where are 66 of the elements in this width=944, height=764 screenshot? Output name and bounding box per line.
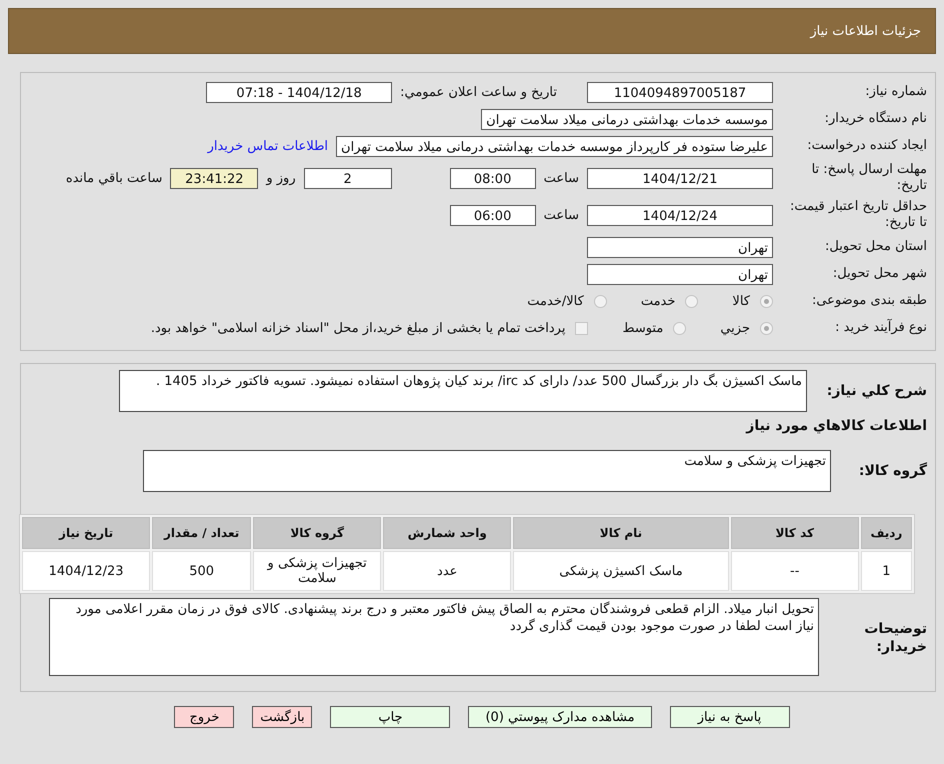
description-box: ماسک اکسیژن بگ دار بزرگسال 500 عدد/ دارای کد irc/ برند کیان پژوهان استفاده نمیشود. تسویه فاکتور خرداد 1405 .: [119, 370, 807, 412]
validity-time-field: 06:00: [450, 204, 536, 226]
buyer-field: موسسه خدمات بهداشتی درمانی میلاد سلامت تهران: [481, 108, 773, 130]
field-label: مهلت ارسال پاسخ: تا تاریخ:: [810, 162, 927, 194]
page-title: جزئیات اطلاعات نیاز: [810, 24, 921, 38]
column-header: ردیف: [860, 517, 912, 549]
announce-date-field: 1404/12/18 - 07:18: [206, 82, 392, 102]
column-header: گروه کالا: [253, 517, 382, 549]
option-label: کالا: [732, 294, 750, 308]
option-label: کالا/خدمت: [527, 294, 584, 308]
field-label: گروه کالا:: [858, 462, 927, 480]
action-button[interactable]: بازگشت: [252, 706, 312, 728]
column-header: نام کالا: [513, 517, 729, 549]
column-header: تعداد / مقدار: [152, 517, 252, 549]
field-label: حداقل تاریخ اعتبار قیمت: تا تاریخ:: [788, 199, 927, 231]
option-label: پرداخت تمام یا بخشی از مبلغ خرید،از محل "اسناد خزانه اسلامی" خواهد بود.: [150, 320, 566, 336]
action-button[interactable]: چاپ: [330, 706, 450, 728]
field-label: شرح کلي نیاز:: [826, 382, 927, 400]
action-button[interactable]: مشاهده مدارک پیوستي (0): [468, 706, 652, 728]
checkbox[interactable]: [575, 322, 588, 334]
option-label: خدمت: [640, 294, 676, 308]
table-cell: تجهیزات پزشکی و سلامت: [253, 551, 382, 591]
validity-date-field: 1404/12/24: [587, 204, 773, 226]
action-button[interactable]: پاسخ به نیاز: [670, 706, 790, 728]
column-header: واحد شمارش: [383, 517, 512, 549]
province-field: تهران: [587, 236, 773, 258]
radio-button[interactable]: [685, 294, 698, 308]
buyer-contact-link[interactable]: اطلاعات تماس خریدار: [208, 138, 328, 154]
column-header: تاریخ نیاز: [22, 517, 150, 549]
field-label: ساعت: [544, 208, 579, 222]
days-field: 2: [304, 168, 392, 188]
action-button[interactable]: خروج: [174, 706, 234, 728]
field-label: ایجاد کننده درخواست:: [806, 138, 927, 154]
field-label: نوع فرآیند خرید :: [834, 320, 927, 336]
field-label: ساعت: [544, 170, 579, 186]
field-label: توضیحات خریدار:: [863, 620, 927, 656]
radio-button[interactable]: [673, 322, 686, 334]
radio-button[interactable]: [760, 294, 773, 308]
table-cell: 1: [860, 551, 912, 591]
deadline-date-field: 1404/12/21: [587, 168, 773, 188]
option-label: جزيي: [720, 320, 750, 336]
option-label: متوسط: [622, 320, 664, 336]
field-label: شماره نیاز:: [864, 84, 927, 100]
field-label: نام دستگاه خریدار:: [824, 111, 927, 127]
countdown-field: 23:41:22: [170, 168, 258, 188]
city-field: تهران: [587, 264, 773, 284]
field-label: استان محل تحویل:: [824, 239, 927, 255]
notes-box: تحویل انبار میلاد. الزام قطعی فروشندگان محترم به الصاق پیش فاکتور معتبر و درج برند پیشنهادی. کالای فوق در زمان مقرر اعلامی مورد نیاز است لطفا در صورت موجود بودن قیمت گذاری گردد: [49, 598, 819, 676]
field-label: روز و: [266, 170, 296, 186]
field-label: شهر محل تحویل:: [832, 266, 927, 282]
radio-button[interactable]: [594, 294, 607, 308]
table-cell: 1404/12/23: [22, 551, 150, 591]
field-label: ساعت باقي مانده: [66, 170, 162, 186]
table-cell: عدد: [383, 551, 512, 591]
radio-button[interactable]: [760, 322, 773, 334]
section-heading: اطلاعات کالاهاي مورد نیاز: [744, 418, 927, 434]
field-label: تاریخ و ساعت اعلان عمومي:: [400, 84, 557, 100]
table-cell: ماسک اکسیژن پزشکی: [513, 551, 729, 591]
column-header: کد کالا: [730, 517, 859, 549]
goods-group-box: تجهیزات پزشکی و سلامت: [143, 450, 831, 492]
table-cell: 500: [152, 551, 252, 591]
deadline-time-field: 08:00: [450, 168, 536, 188]
need-number-field: 1104094897005187: [587, 82, 773, 102]
field-label: طبقه بندی موضوعی:: [810, 293, 927, 309]
table-cell: --: [730, 551, 859, 591]
requester-field: علیرضا ستوده فر کارپرداز موسسه خدمات بهداشتی درمانی میلاد سلامت تهران: [336, 136, 773, 156]
